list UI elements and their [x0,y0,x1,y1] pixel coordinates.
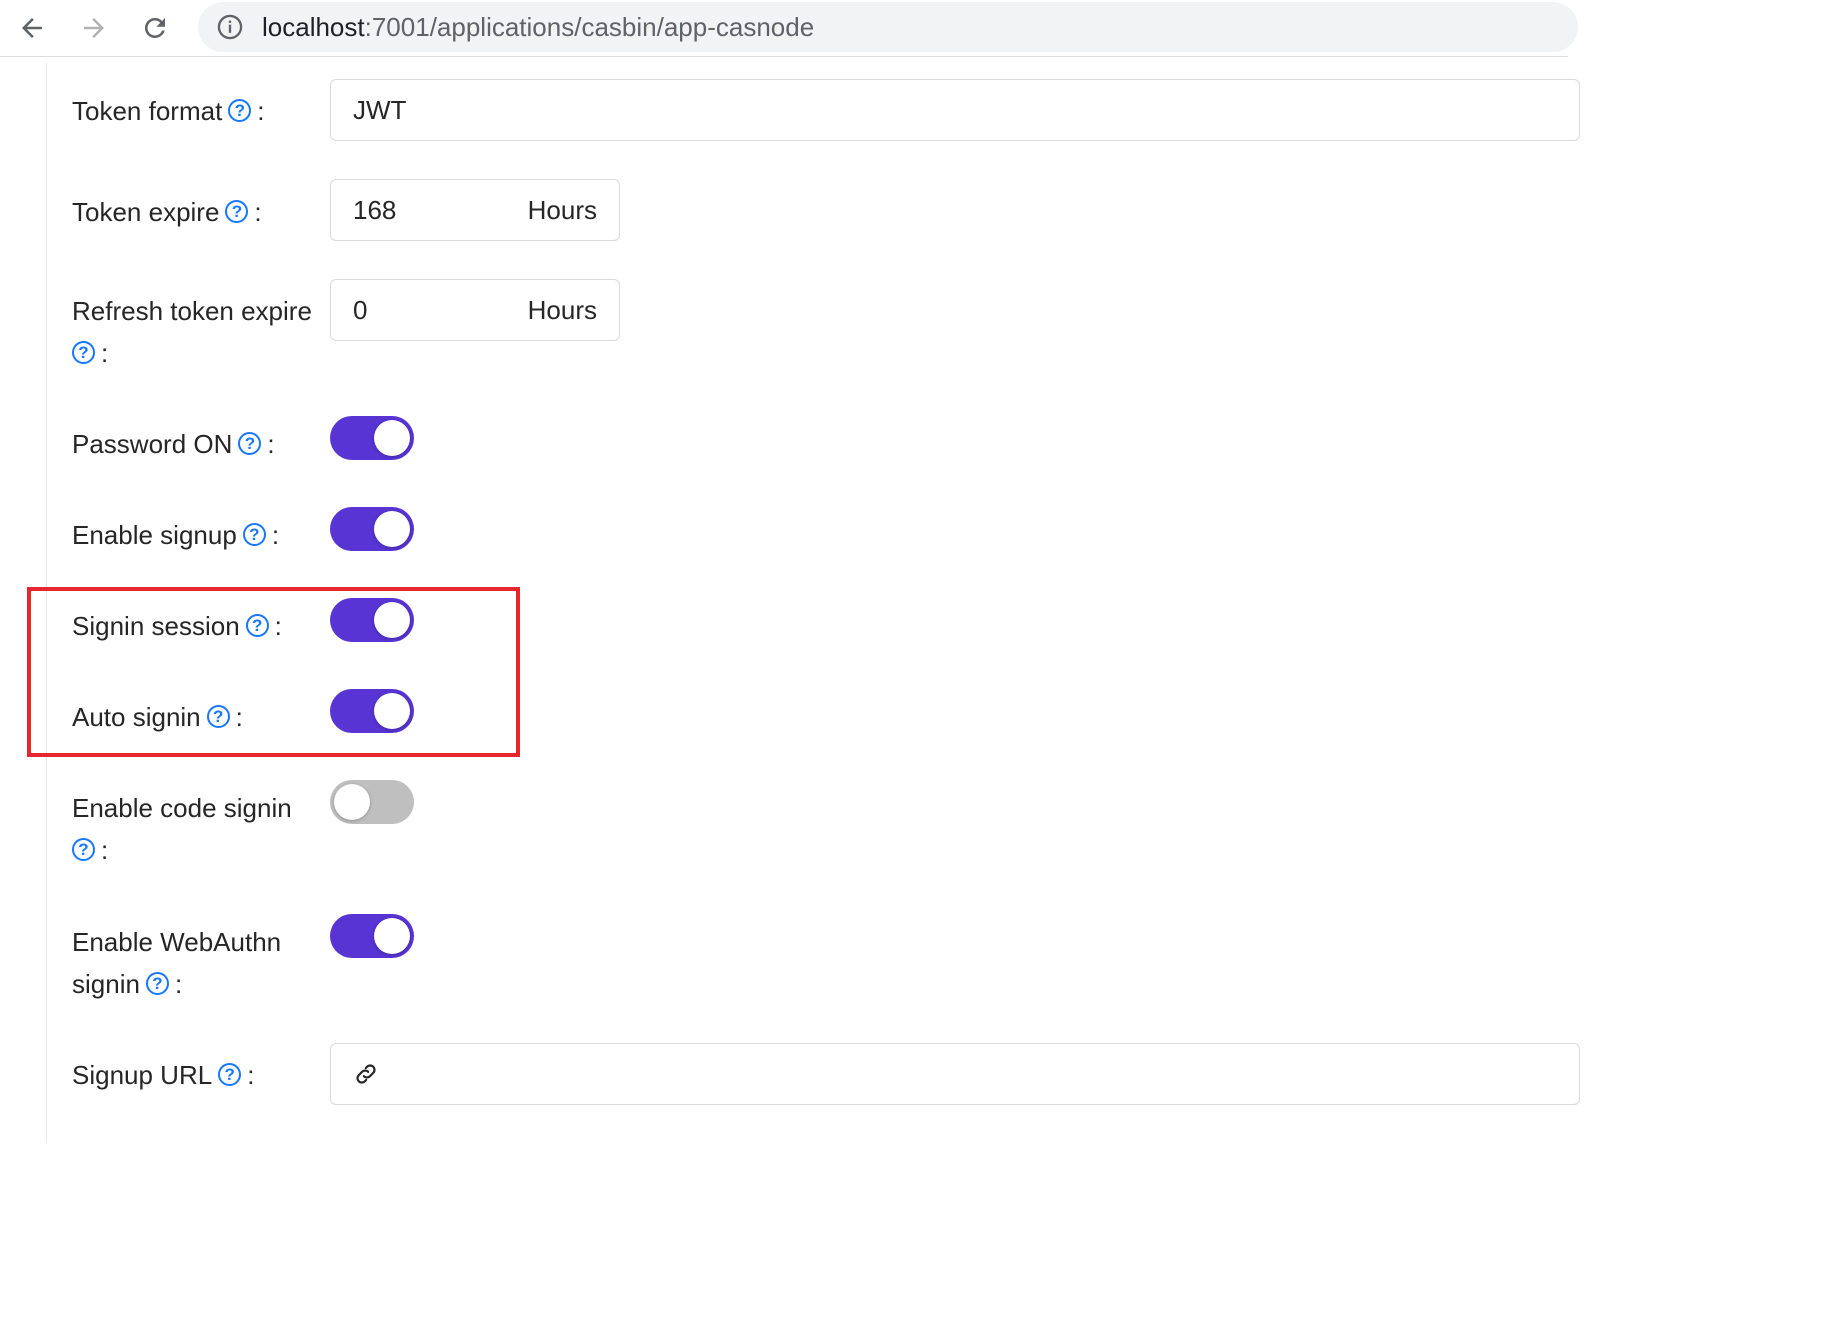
signin-session-label-text: Signin session [72,611,240,641]
reload-button[interactable] [133,6,177,50]
token-expire-suffix: Hours [527,194,597,225]
label-colon: : [235,702,243,732]
token-expire-label: Token expire?: [72,191,262,233]
label-colon: : [101,338,109,368]
url-host: localhost [262,12,365,42]
enable-webauthn-signin-label-line2: signin?: [72,963,182,1005]
label-colon: : [271,520,280,550]
signin-session-label: Signin session?: [72,605,282,647]
token-format-select[interactable]: JWT [330,79,1580,141]
label-colon: : [174,969,183,999]
link-icon [356,1064,376,1084]
enable-code-signin-label: Enable code signin [72,787,292,829]
enable-code-signin-label-text: Enable code signin [72,793,292,823]
switch-knob [334,784,370,820]
back-arrow-icon [22,18,42,38]
label-colon: : [101,835,109,865]
back-button[interactable] [10,6,54,50]
switch-knob [374,602,410,638]
enable-code-signin-label-line2: ?: [72,829,108,871]
browser-toolbar: localhost:7001/applications/casbin/app-c… [0,0,1578,57]
enable-signup-label: Enable signup?: [72,514,279,556]
label-colon: : [254,197,262,227]
url-path: :7001/applications/casbin/app-casnode [364,12,815,42]
signin-session-switch[interactable] [330,598,414,642]
help-icon[interactable]: ? [72,837,95,861]
help-icon[interactable]: ? [206,704,230,728]
refresh-token-expire-suffix: Hours [527,294,597,325]
help-icon[interactable]: ? [242,522,266,546]
refresh-token-expire-value: 0 [353,294,368,325]
signup-url-input[interactable] [330,1043,1580,1105]
token-format-label: Token format?: [72,90,265,132]
help-icon[interactable]: ? [228,98,252,122]
switch-knob [374,693,410,729]
refresh-token-expire-label: Refresh token expire [72,290,312,332]
reload-icon [144,17,165,38]
switch-knob [374,918,410,954]
password-on-label: Password ON?: [72,423,275,465]
enable-webauthn-signin-label-text-2: signin [72,969,140,999]
switch-knob [374,511,410,547]
application-edit-form: Token format?: JWT Token expire?: 168 Ho… [0,62,1580,1142]
enable-webauthn-signin-label-text: Enable WebAuthn [72,927,282,957]
auto-signin-label-text: Auto signin [72,702,201,732]
label-colon: : [247,1060,255,1090]
forward-button[interactable] [72,6,116,50]
label-colon: : [267,429,275,459]
refresh-token-expire-label-line2: ?: [72,332,108,374]
site-info-icon[interactable] [216,13,244,41]
enable-code-signin-switch[interactable] [330,780,414,824]
enable-signup-switch[interactable] [330,507,414,551]
address-bar[interactable]: localhost:7001/applications/casbin/app-c… [198,2,1578,52]
help-icon[interactable]: ? [72,340,95,364]
token-expire-label-text: Token expire [72,197,220,227]
label-colon: : [257,96,265,126]
refresh-token-expire-input[interactable]: 0 Hours [330,279,620,341]
help-icon[interactable]: ? [225,199,249,223]
enable-webauthn-signin-label: Enable WebAuthn [72,921,281,963]
url-text[interactable]: localhost:7001/applications/casbin/app-c… [262,12,814,42]
help-icon[interactable]: ? [238,431,262,455]
forward-arrow-icon [84,18,104,38]
token-expire-value: 168 [353,194,397,225]
enable-signup-label-text: Enable signup [72,520,237,550]
label-colon: : [274,611,282,641]
refresh-token-expire-label-text: Refresh token expire [72,296,312,326]
help-icon[interactable]: ? [218,1062,242,1086]
auto-signin-switch[interactable] [330,689,414,733]
signup-url-label: Signup URL?: [72,1054,254,1096]
token-format-label-text: Token format [72,96,223,126]
token-expire-input[interactable]: 168 Hours [330,179,620,241]
password-on-switch[interactable] [330,416,414,460]
password-on-label-text: Password ON [72,429,233,459]
switch-knob [374,420,410,456]
enable-webauthn-signin-switch[interactable] [330,914,414,958]
auto-signin-label: Auto signin?: [72,696,243,738]
help-icon[interactable]: ? [245,613,269,637]
help-icon[interactable]: ? [145,971,169,995]
token-format-value: JWT [353,94,407,125]
signup-url-label-text: Signup URL [72,1060,213,1090]
